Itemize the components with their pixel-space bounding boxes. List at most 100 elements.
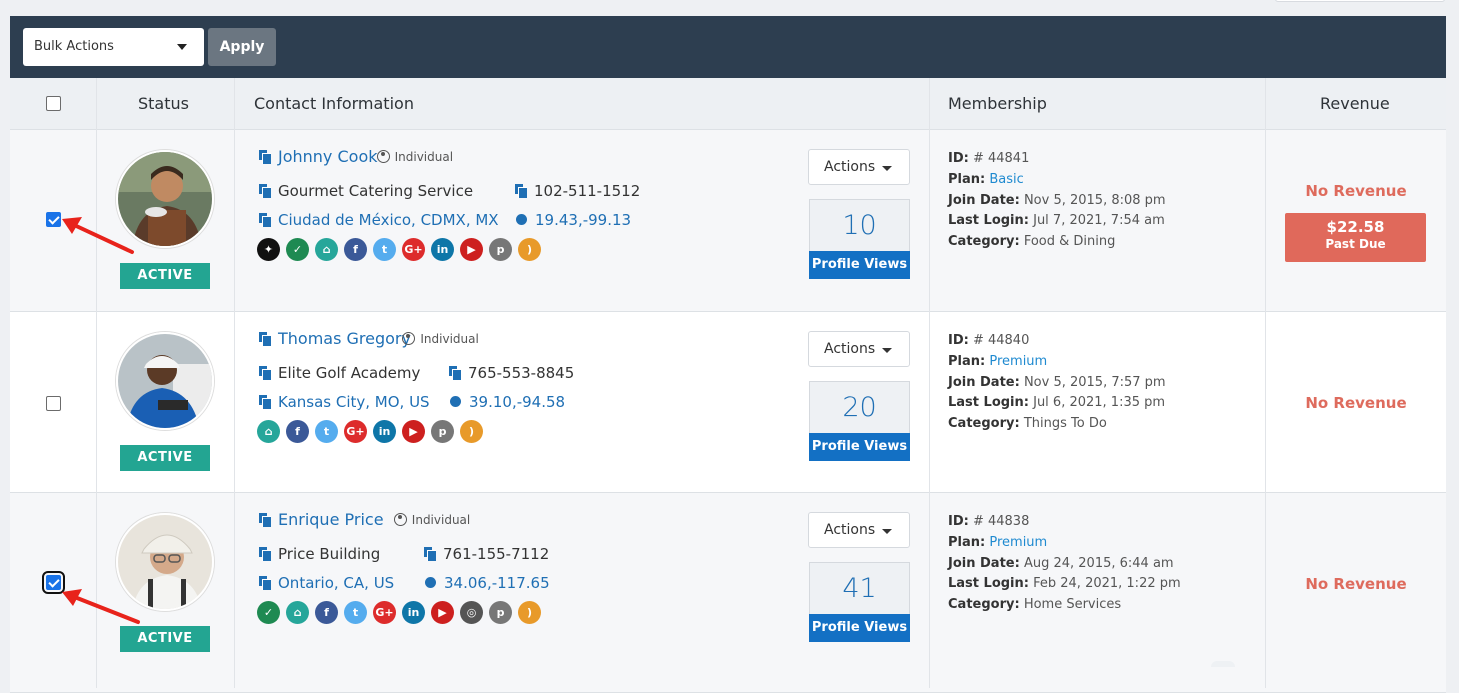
- header-contact: Contact Information: [254, 94, 414, 113]
- pin-icon[interactable]: ✦: [257, 238, 280, 261]
- facebook-icon[interactable]: f: [315, 601, 338, 624]
- coordinates-link[interactable]: 34.06,-117.65: [425, 574, 550, 592]
- google-plus-icon[interactable]: G+: [344, 420, 367, 443]
- contact-name-link[interactable]: Enrique Price: [259, 510, 384, 529]
- profile-views-button[interactable]: Profile Views: [809, 614, 910, 642]
- past-due-badge[interactable]: $22.58 Past Due: [1285, 213, 1426, 262]
- chevron-down-icon: [177, 44, 187, 50]
- document-icon: [259, 366, 271, 380]
- twitter-icon[interactable]: t: [315, 420, 338, 443]
- phone-number: 102-511-1512: [534, 182, 641, 200]
- rss-icon[interactable]: ): [518, 601, 541, 624]
- coordinates-link[interactable]: 39.10,-94.58: [450, 393, 565, 411]
- twitter-icon[interactable]: t: [373, 238, 396, 261]
- apply-button[interactable]: Apply: [208, 28, 276, 66]
- pin-icon: [1211, 661, 1235, 667]
- id-label: ID:: [948, 333, 969, 348]
- chevron-down-icon: [882, 166, 892, 171]
- profile-views-count: 41: [842, 573, 877, 604]
- pinterest-icon[interactable]: p: [431, 420, 454, 443]
- youtube-icon[interactable]: ▶: [431, 601, 454, 624]
- youtube-icon[interactable]: ▶: [402, 420, 425, 443]
- avatar[interactable]: [116, 332, 214, 430]
- rss-icon[interactable]: ): [518, 238, 541, 261]
- actions-dropdown[interactable]: Actions: [808, 149, 910, 185]
- actions-dropdown[interactable]: Actions: [808, 331, 910, 367]
- linkedin-icon[interactable]: in: [431, 238, 454, 261]
- home-icon[interactable]: ⌂: [257, 420, 280, 443]
- rss-icon[interactable]: ): [460, 420, 483, 443]
- member-id: # 44841: [972, 151, 1030, 166]
- status-badge: ACTIVE: [120, 445, 210, 471]
- home-icon[interactable]: ⌂: [286, 601, 309, 624]
- contact-type-label: Individual: [411, 513, 471, 527]
- document-icon: [259, 332, 271, 346]
- coordinates-link[interactable]: 19.43,-99.13: [516, 211, 631, 229]
- contact-name-link[interactable]: Thomas Gregory: [259, 329, 411, 348]
- last-login-label: Last Login:: [948, 213, 1029, 229]
- person-icon: [376, 150, 390, 163]
- profile-views-button[interactable]: Profile Views: [809, 433, 910, 461]
- pinterest-icon[interactable]: p: [489, 238, 512, 261]
- category: Things To Do: [1023, 416, 1107, 432]
- contact-type-label: Individual: [420, 332, 479, 346]
- map-icon: [259, 395, 271, 409]
- google-plus-icon[interactable]: G+: [402, 238, 425, 261]
- select-all-checkbox[interactable]: [46, 96, 61, 111]
- globe-icon: [425, 577, 436, 588]
- plan-link[interactable]: Premium: [989, 354, 1047, 369]
- location-link[interactable]: Ontario, CA, US: [259, 574, 394, 592]
- plan-label: Plan:: [948, 534, 986, 550]
- phone-number: 761-155-7112: [443, 545, 550, 563]
- header-status: Status: [138, 94, 189, 113]
- linkedin-icon[interactable]: in: [402, 601, 425, 624]
- member-id: # 44840: [972, 333, 1030, 348]
- youtube-icon[interactable]: ▶: [460, 238, 483, 261]
- plan-link[interactable]: Basic: [989, 172, 1023, 187]
- table-row: [10, 312, 1446, 493]
- bulk-actions-select[interactable]: Bulk Actions: [23, 28, 204, 66]
- phone-icon: [449, 366, 461, 380]
- actions-label: Actions: [824, 341, 876, 357]
- contact-name: Johnny Cook: [278, 147, 378, 166]
- linkedin-icon[interactable]: in: [373, 420, 396, 443]
- profile-views-count: 20: [842, 392, 877, 423]
- contact-name-link[interactable]: Johnny Cook: [259, 147, 378, 166]
- company-name: Price Building: [278, 545, 381, 563]
- location-link[interactable]: Kansas City, MO, US: [259, 393, 430, 411]
- annotation-arrow: [62, 589, 140, 624]
- facebook-icon[interactable]: f: [344, 238, 367, 261]
- home-icon[interactable]: ⌂: [315, 238, 338, 261]
- location-link[interactable]: Ciudad de México, CDMX, MX: [259, 211, 499, 229]
- membership-info: ID: # 44838 Plan: Premium Join Date: Aug…: [948, 512, 1181, 616]
- no-revenue-label: No Revenue: [1305, 182, 1407, 200]
- verified-icon[interactable]: ✓: [257, 601, 280, 624]
- member-id: # 44838: [972, 514, 1030, 529]
- category-label: Category:: [948, 597, 1020, 613]
- company-name: Gourmet Catering Service: [278, 182, 474, 200]
- join-date-label: Join Date:: [948, 192, 1020, 208]
- profile-views-box: 10 Profile Views: [809, 199, 910, 279]
- document-icon: [259, 150, 271, 164]
- globe-icon: [516, 214, 527, 225]
- profile-views-button[interactable]: Profile Views: [809, 251, 910, 279]
- social-icons: ✦ ✓ ⌂ f t G+ in ▶ p): [257, 238, 541, 261]
- bulk-actions-label: Bulk Actions: [34, 39, 114, 54]
- facebook-icon[interactable]: f: [286, 420, 309, 443]
- company-name: Elite Golf Academy: [278, 364, 421, 382]
- top-right-input[interactable]: [1275, 0, 1445, 2]
- actions-dropdown[interactable]: Actions: [808, 512, 910, 548]
- join-date: Nov 5, 2015, 7:57 pm: [1023, 374, 1166, 390]
- instagram-icon[interactable]: ◎: [460, 601, 483, 624]
- pinterest-icon[interactable]: p: [489, 601, 512, 624]
- company-line: Price Building: [259, 545, 380, 563]
- google-plus-icon[interactable]: G+: [373, 601, 396, 624]
- row-checkbox[interactable]: [46, 396, 61, 411]
- actions-label: Actions: [824, 159, 876, 175]
- plan-link[interactable]: Premium: [989, 535, 1047, 550]
- actions-label: Actions: [824, 522, 876, 538]
- company-line: Gourmet Catering Service: [259, 182, 473, 200]
- no-revenue-label: No Revenue: [1305, 575, 1407, 593]
- twitter-icon[interactable]: t: [344, 601, 367, 624]
- verified-icon[interactable]: ✓: [286, 238, 309, 261]
